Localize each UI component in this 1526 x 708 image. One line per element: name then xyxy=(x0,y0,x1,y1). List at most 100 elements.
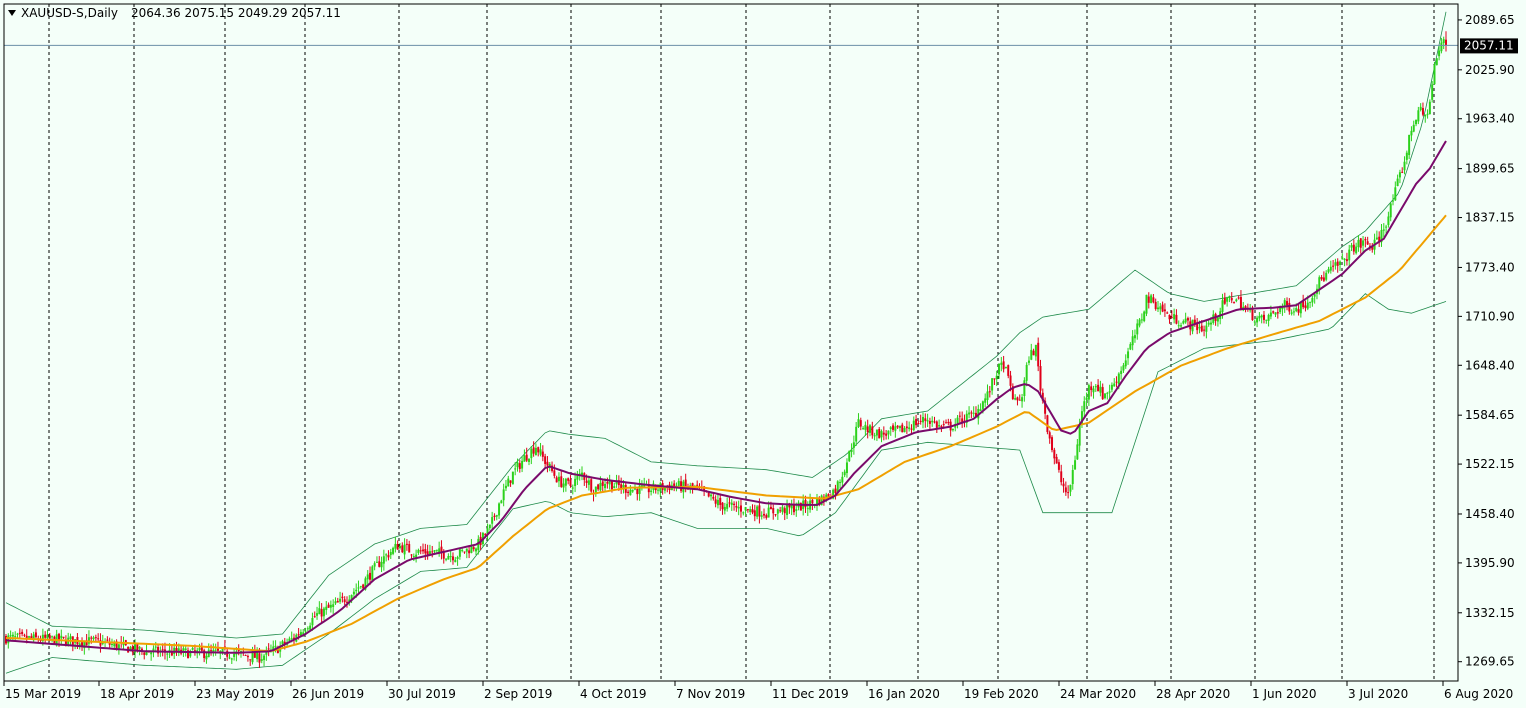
bull-candle xyxy=(306,628,309,630)
y-tick-label: 1963.40 xyxy=(1465,112,1515,126)
bull-candle xyxy=(516,462,519,468)
bear-candle xyxy=(405,543,408,545)
bull-candle xyxy=(1410,130,1413,136)
x-tick-label: 6 Aug 2020 xyxy=(1444,687,1513,701)
bull-candle xyxy=(205,655,208,660)
bull-candle xyxy=(339,598,342,602)
x-tick-label: 26 Jun 2019 xyxy=(292,687,364,701)
bull-candle xyxy=(1387,216,1390,226)
bear-candle xyxy=(1223,297,1226,304)
bull-candle xyxy=(1092,388,1095,393)
bull-candle xyxy=(562,483,565,488)
bear-candle xyxy=(905,426,908,429)
bull-candle xyxy=(9,635,12,637)
bear-candle xyxy=(958,415,961,417)
bull-candle xyxy=(214,649,217,651)
bear-candle xyxy=(546,461,549,466)
bull-candle xyxy=(14,636,17,638)
bull-candle xyxy=(504,485,507,489)
bull-candle xyxy=(587,480,590,485)
y-tick-label: 1773.40 xyxy=(1465,260,1515,274)
bear-candle xyxy=(518,463,521,469)
bear-candle xyxy=(1251,307,1254,321)
bull-candle xyxy=(359,586,362,588)
bull-candle xyxy=(880,431,883,438)
bear-candle xyxy=(544,456,547,464)
x-tick-label: 24 Mar 2020 xyxy=(1060,687,1136,701)
bull-candle xyxy=(191,647,194,650)
bull-candle xyxy=(316,613,319,616)
bull-candle xyxy=(599,482,602,491)
bull-candle xyxy=(677,480,680,487)
plot-background xyxy=(0,0,1526,708)
bull-candle xyxy=(749,509,752,512)
bear-candle xyxy=(468,550,471,554)
bear-candle xyxy=(1186,318,1189,321)
y-tick-label: 1269.65 xyxy=(1465,655,1515,669)
bear-candle xyxy=(1161,304,1164,312)
bull-candle xyxy=(488,524,491,529)
bear-candle xyxy=(410,554,413,556)
bull-candle xyxy=(1120,370,1123,374)
bull-candle xyxy=(1216,317,1219,322)
bull-candle xyxy=(1311,297,1314,303)
bear-candle xyxy=(1345,259,1348,262)
bull-candle xyxy=(375,561,378,563)
bear-candle xyxy=(811,499,814,504)
bull-candle xyxy=(850,449,853,453)
bear-candle xyxy=(1445,39,1447,46)
bull-candle xyxy=(926,420,929,422)
bull-candle xyxy=(288,638,291,641)
bear-candle xyxy=(636,489,639,495)
bull-candle xyxy=(352,591,355,595)
bear-candle xyxy=(714,499,717,504)
bull-candle xyxy=(991,378,994,391)
bull-candle xyxy=(1014,398,1017,400)
symbol-label: XAUUSD-S,Daily xyxy=(21,6,118,20)
bear-candle xyxy=(555,477,558,483)
bull-candle xyxy=(956,417,959,424)
bear-candle xyxy=(541,451,544,457)
bull-candle xyxy=(1205,325,1208,332)
bear-candle xyxy=(896,425,899,428)
bear-candle xyxy=(1062,483,1065,487)
bull-candle xyxy=(380,562,383,568)
bear-candle xyxy=(1032,350,1035,356)
bear-candle xyxy=(1166,312,1169,314)
bull-candle xyxy=(7,635,10,644)
bull-candle xyxy=(841,476,844,483)
bear-candle xyxy=(917,423,920,425)
bull-candle xyxy=(465,548,468,552)
bear-candle xyxy=(1304,305,1307,308)
bull-candle xyxy=(1343,258,1346,260)
bull-candle xyxy=(138,646,141,649)
bull-candle xyxy=(1389,203,1392,218)
bull-candle xyxy=(1030,349,1033,360)
bull-candle xyxy=(184,648,187,651)
bear-candle xyxy=(1115,381,1118,383)
bear-candle xyxy=(106,639,109,641)
bull-candle xyxy=(1094,386,1097,388)
bull-candle xyxy=(1258,315,1261,319)
bull-candle xyxy=(92,637,95,640)
bull-candle xyxy=(281,641,284,645)
bull-candle xyxy=(938,425,941,427)
bull-candle xyxy=(723,506,726,511)
bull-candle xyxy=(1357,239,1360,248)
bull-candle xyxy=(875,429,878,436)
bull-candle xyxy=(394,543,397,549)
bull-candle xyxy=(1408,134,1411,156)
bear-candle xyxy=(1233,301,1236,303)
bull-candle xyxy=(894,426,897,431)
bear-candle xyxy=(387,555,390,558)
bull-candle xyxy=(744,507,747,511)
bull-candle xyxy=(1004,366,1007,368)
bull-candle xyxy=(447,556,450,560)
bull-candle xyxy=(1382,229,1385,231)
bear-candle xyxy=(753,510,756,517)
bull-candle xyxy=(908,427,911,430)
bull-candle xyxy=(776,509,779,514)
bull-candle xyxy=(1131,336,1134,346)
bear-candle xyxy=(892,425,895,430)
bull-candle xyxy=(1403,161,1406,171)
